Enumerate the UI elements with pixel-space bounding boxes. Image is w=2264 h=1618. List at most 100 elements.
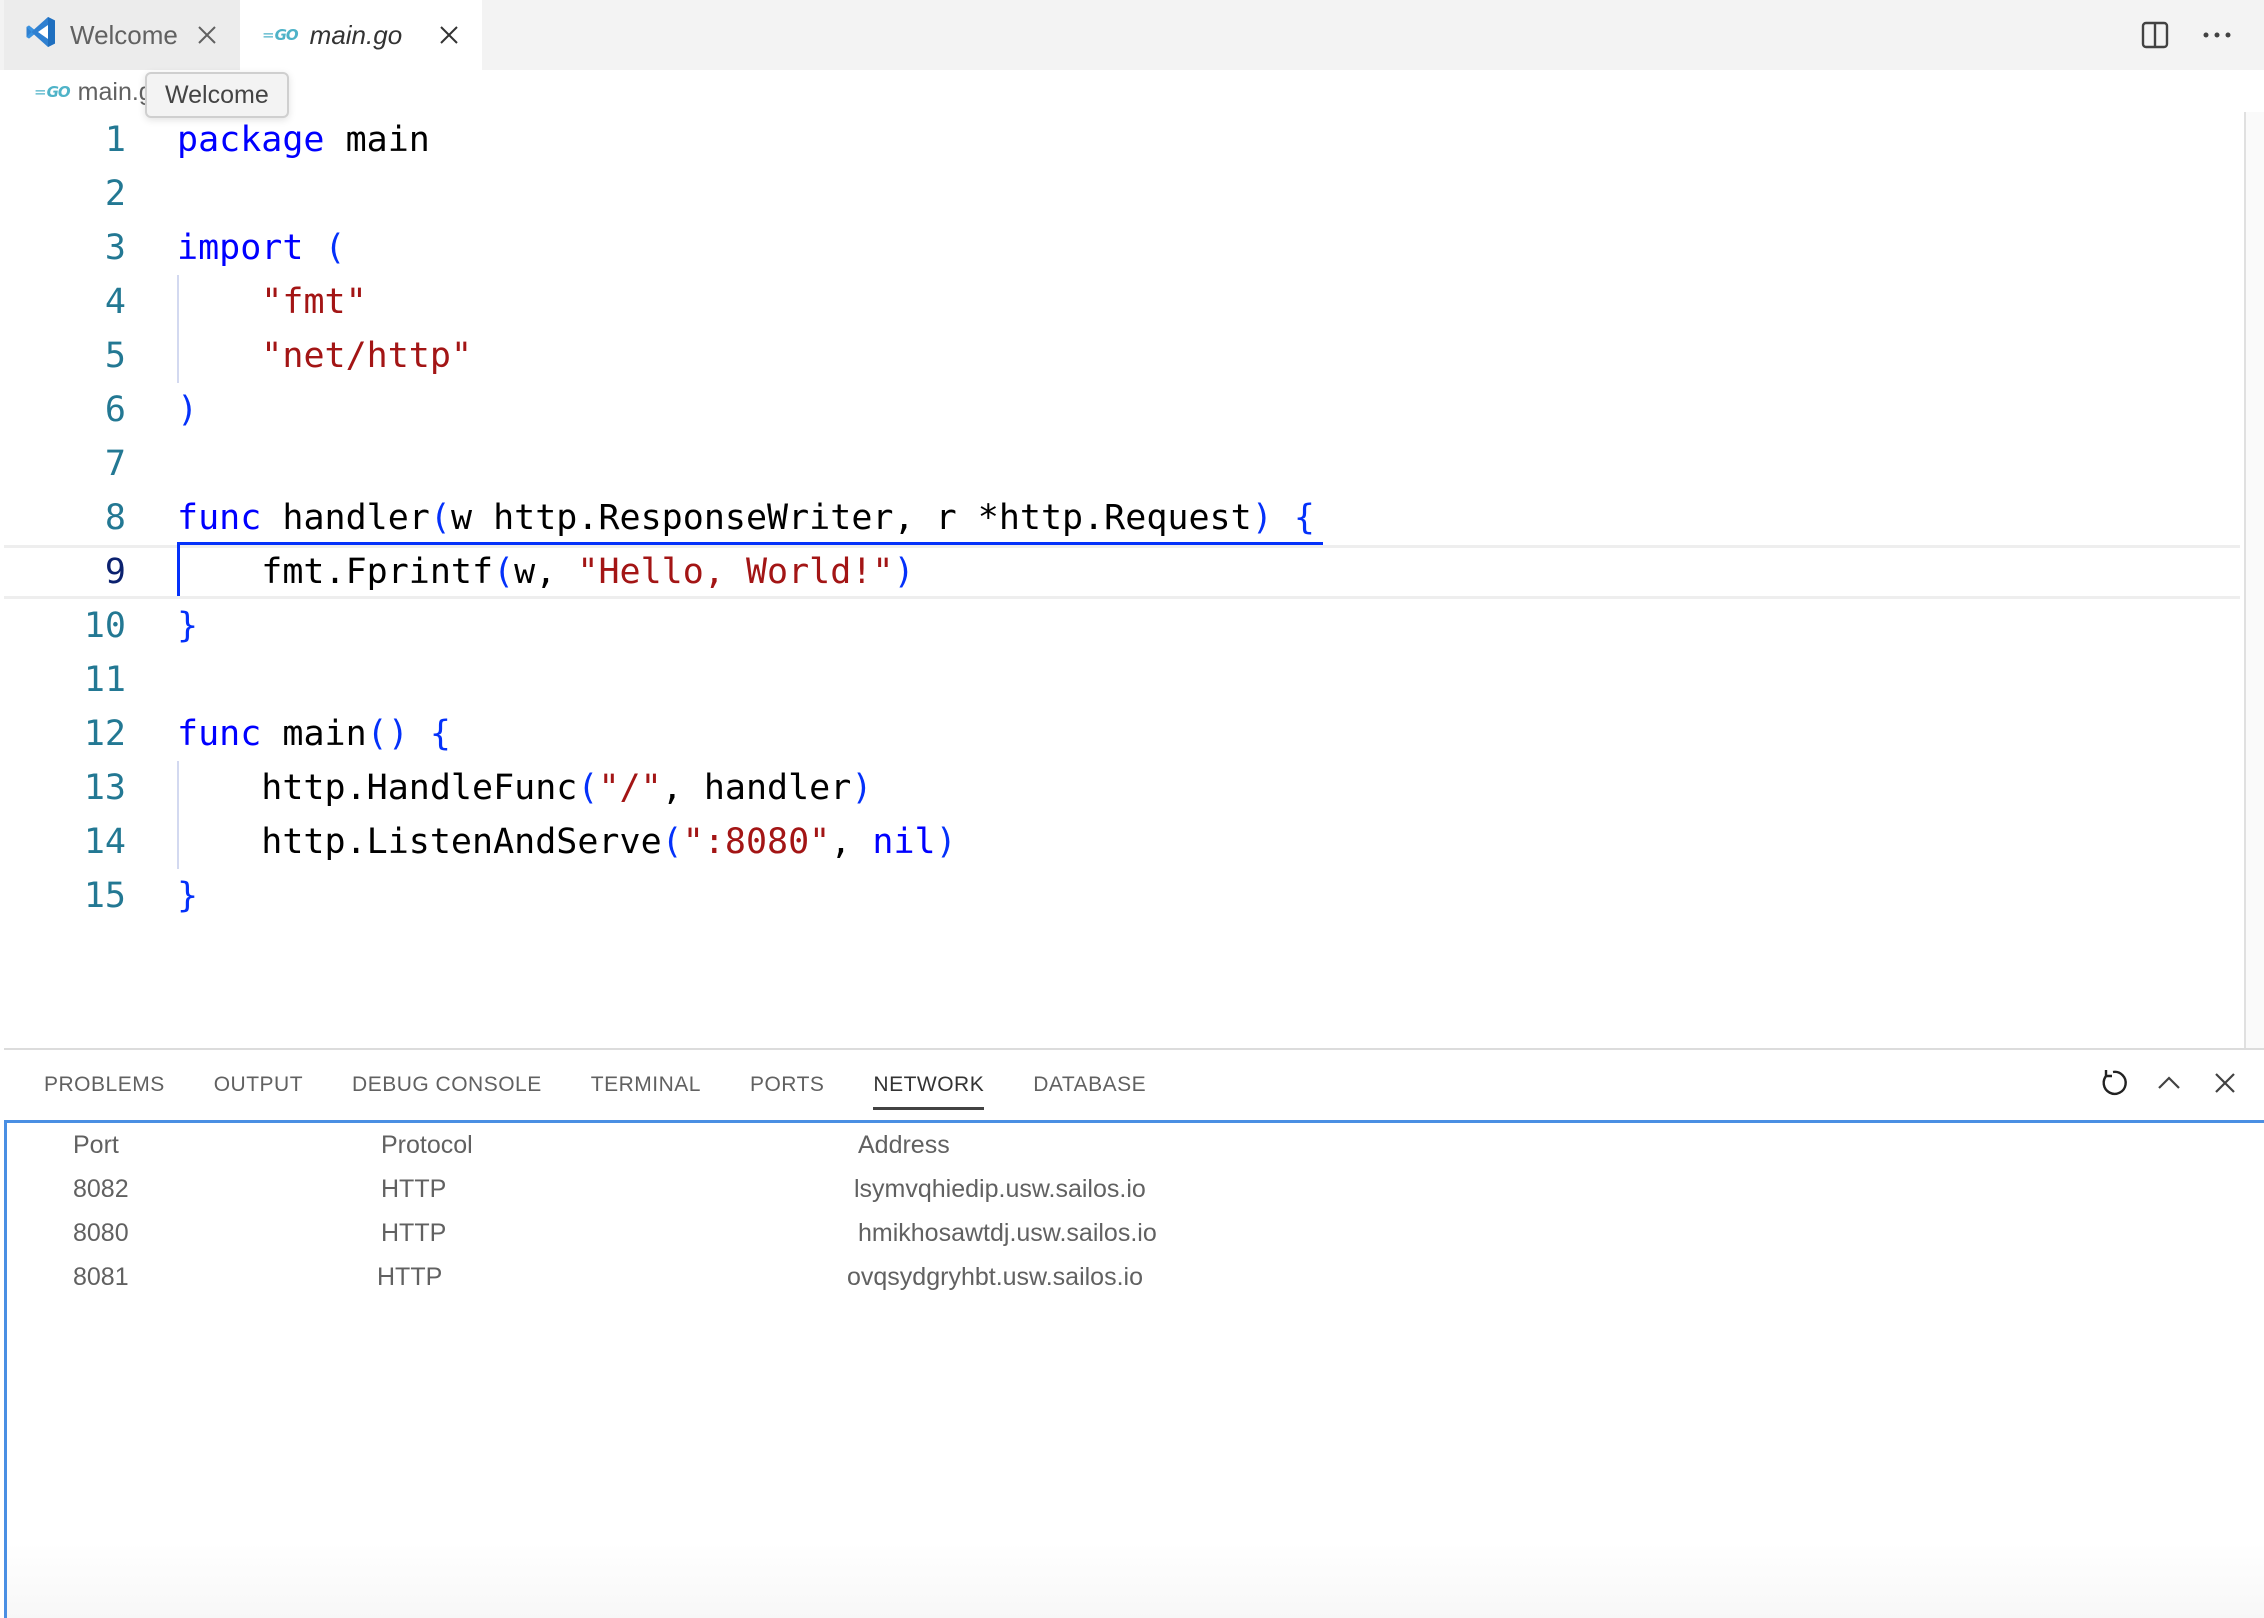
indent-guide [177,275,179,383]
code-token: () [366,714,409,754]
tab-output[interactable]: OUTPUT [214,1050,303,1120]
vertical-scrollbar[interactable] [2244,112,2264,1048]
line-number: 7 [104,444,126,484]
code-token: "/" [598,768,662,808]
code-line[interactable]: 9 fmt.Fprintf(w, "Hello, World!") [4,545,2240,599]
code-token: ( [577,768,599,808]
code-line[interactable]: 15} [4,869,2240,923]
code-token: func [177,498,262,538]
line-number: 5 [104,336,126,376]
code-line[interactable]: 2 [4,167,2240,221]
code-token: package [177,120,325,160]
code-token: fmt.Fprintf [177,552,494,592]
code-line[interactable]: 6) [4,383,2240,437]
code-token: main [261,714,367,754]
vscode-logo-icon [24,15,58,56]
code-line[interactable]: 5 "net/http" [4,329,2240,383]
column-header-port[interactable]: Port [73,1123,119,1167]
tab-terminal[interactable]: TERMINAL [591,1050,701,1120]
code-line[interactable]: 13 http.HandleFunc("/", handler) [4,761,2240,815]
code-line[interactable]: 3 import ( [4,221,2240,275]
code-line[interactable]: 7 [4,437,2240,491]
address-cell[interactable]: hmikhosawtdj.usw.sailos.io [858,1211,1157,1255]
close-tab-icon[interactable] [194,22,220,48]
split-editor-icon[interactable] [2138,18,2172,52]
tab-label: Welcome [70,19,178,50]
code-text: ) [177,383,198,437]
port-cell: 8082 [73,1175,129,1203]
tab-network[interactable]: NETWORK [873,1050,985,1120]
tab-main-go[interactable]: =GO main.go [240,0,482,70]
code-line[interactable]: 8 func handler(w http.ResponseWriter, r *… [4,491,2240,545]
code-token: ) [851,768,873,808]
code-token: w, [514,552,578,592]
tab-debug-console[interactable]: DEBUG CONSOLE [352,1050,542,1120]
line-number: 6 [104,390,126,430]
protocol-cell: HTTP [377,1263,443,1291]
code-editor[interactable]: 1 package main 2 3 import (4 "fmt" 5 "net/htt… [4,112,2264,1048]
code-text: fmt.Fprintf(w, "Hello, World!") [177,548,915,602]
code-token: } [177,606,199,646]
line-number: 8 [104,498,126,538]
tab-ports[interactable]: PORTS [750,1050,824,1120]
close-panel-icon[interactable] [2208,1066,2242,1100]
table-row[interactable]: 8082 HTTP lsymvqhiedip.usw.sailos.io [7,1167,2264,1211]
table-row[interactable]: 8080 HTTP hmikhosawtdj.usw.sailos.io [7,1211,2264,1255]
code-text: func main() { [177,707,451,761]
editor-actions [2138,18,2234,52]
tab-problems[interactable]: PROBLEMS [44,1050,165,1120]
panel-tab-bar: PROBLEMS OUTPUT DEBUG CONSOLE TERMINAL PORTS… [44,1050,1195,1120]
more-actions-icon[interactable] [2200,18,2234,52]
code-token: ) [935,822,957,862]
code-line[interactable]: 14 http.ListenAndServe(":8080", nil) [4,815,2240,869]
tab-welcome[interactable]: Welcome [4,0,240,70]
protocol-cell: HTTP [381,1175,447,1203]
code-text: } [177,599,198,653]
refresh-icon[interactable] [2096,1066,2130,1100]
code-token: } [177,876,199,916]
code-token: main [324,120,430,160]
code-line[interactable]: 10} [4,599,2240,653]
port-cell: 8081 [73,1263,129,1291]
code-token: { [1293,498,1315,538]
code-token: ) [1251,498,1273,538]
code-line[interactable]: 12 func main() { [4,707,2240,761]
network-view: Port Protocol Address 8082 HTTP lsymvqhi… [4,1120,2264,1618]
code-token: { [429,714,451,754]
code-text: import ( [177,221,346,275]
code-token: "fmt" [261,282,367,322]
code-text: "fmt" [177,275,367,329]
code-token: ( [324,228,346,268]
address-cell[interactable]: ovqsydgryhbt.usw.sailos.io [847,1255,1143,1299]
code-text: func handler(w http.ResponseWriter, r *h… [177,491,1315,545]
address-cell[interactable]: lsymvqhiedip.usw.sailos.io [854,1167,1146,1211]
code-line[interactable]: 11 [4,653,2240,707]
code-line[interactable]: 1 package main [4,113,2240,167]
line-number: 2 [104,174,126,214]
column-header-protocol[interactable]: Protocol [381,1123,473,1167]
go-file-icon: =GO [262,26,299,44]
chevron-up-icon[interactable] [2152,1066,2186,1100]
code-token: ) [893,552,915,592]
table-row[interactable]: 8081 HTTP ovqsydgryhbt.usw.sailos.io [7,1255,2264,1299]
code-token: "Hello, World!" [577,552,894,592]
code-token: nil [872,822,936,862]
code-line[interactable]: 4 "fmt" [4,275,2240,329]
panel-actions [2096,1066,2242,1100]
close-tab-icon[interactable] [436,22,462,48]
line-number: 9 [104,552,126,592]
bottom-panel: PROBLEMS OUTPUT DEBUG CONSOLE TERMINAL PORTS… [4,1048,2264,1618]
code-token: , handler [661,768,852,808]
code-token: w http.ResponseWriter, r *http.Request [450,498,1252,538]
line-number: 1 [104,120,126,160]
tab-database[interactable]: DATABASE [1033,1050,1146,1120]
code-token: ":8080" [682,822,831,862]
code-token: "net/http" [261,336,473,376]
code-token: http.ListenAndServe [177,822,662,862]
go-file-icon: =GO [34,83,71,101]
column-header-address[interactable]: Address [858,1123,950,1167]
